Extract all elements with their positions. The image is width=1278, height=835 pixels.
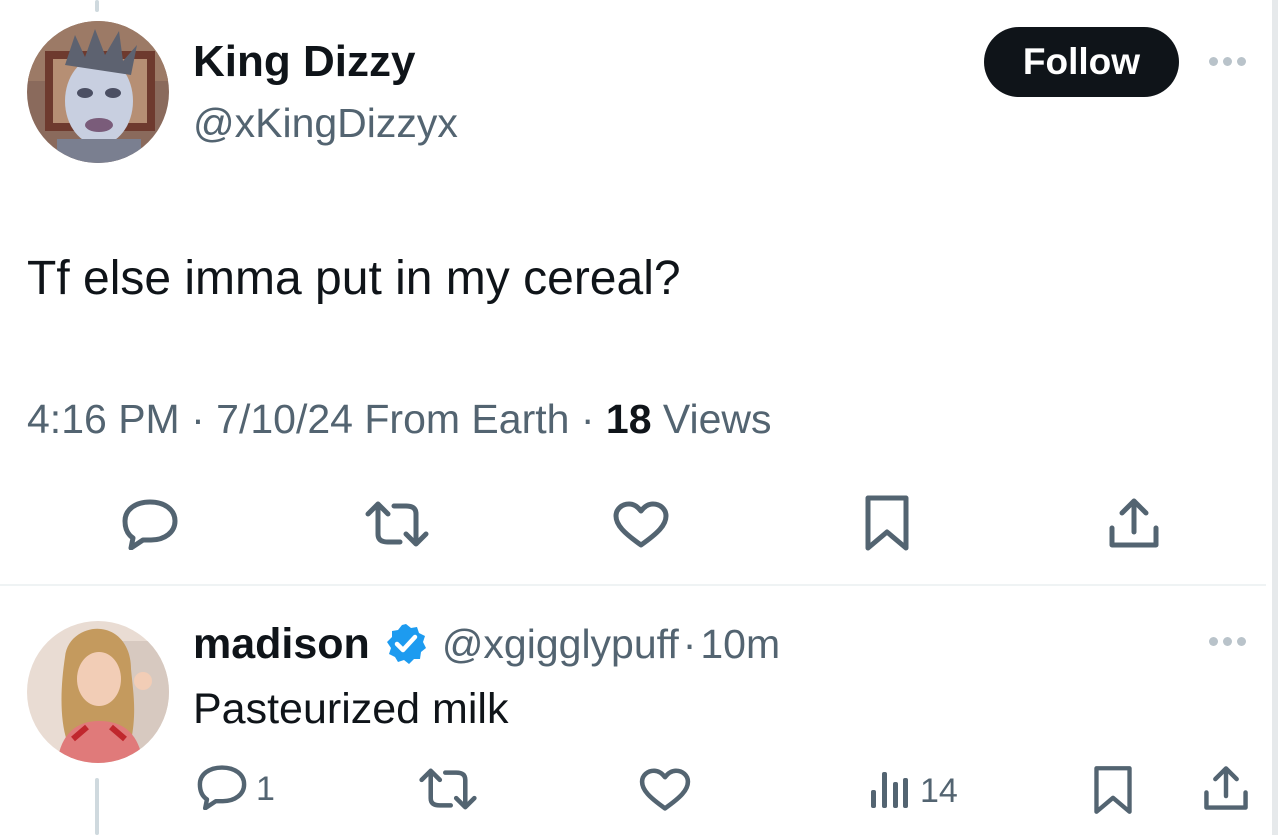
reply-reply-action[interactable]: 1 — [196, 764, 275, 815]
reply-icon[interactable] — [196, 764, 248, 815]
bookmark-icon[interactable] — [1093, 764, 1133, 816]
retweet-icon[interactable] — [364, 500, 430, 548]
thread-line-top — [95, 0, 99, 12]
author-avatar[interactable] — [27, 21, 169, 163]
reply-more-options-icon[interactable] — [1209, 637, 1246, 646]
analytics-icon[interactable] — [868, 768, 910, 815]
views-count[interactable]: 18 — [606, 396, 652, 442]
thread-line-bottom — [95, 778, 99, 835]
reply-author-handle[interactable]: @xgigglypuff — [442, 621, 679, 668]
bookmark-icon[interactable] — [864, 494, 910, 552]
reply-author-avatar[interactable] — [27, 621, 169, 763]
meta-separator: · — [682, 620, 697, 667]
tweet-meta: 4:16 PM · 7/10/24 From Earth · 18 Views — [27, 394, 772, 444]
section-divider — [0, 584, 1266, 586]
meta-separator: · — [580, 396, 595, 442]
tweet-date[interactable]: 7/10/24 — [216, 396, 353, 442]
tweet-time[interactable]: 4:16 PM — [27, 396, 180, 442]
reply-count: 1 — [256, 770, 275, 808]
reply-views-action[interactable]: 14 — [868, 768, 958, 815]
like-icon[interactable] — [638, 768, 692, 812]
reply-author-name[interactable]: madison — [193, 620, 370, 669]
reply-text: Pasteurized milk — [193, 685, 509, 733]
more-options-icon[interactable] — [1209, 57, 1246, 66]
scrollbar[interactable] — [1272, 0, 1278, 835]
share-icon[interactable] — [1202, 764, 1250, 812]
share-icon[interactable] — [1107, 496, 1161, 550]
meta-separator: · — [191, 396, 205, 442]
like-icon[interactable] — [612, 501, 670, 549]
reply-header: madison @xgigglypuff · 10m — [193, 618, 780, 670]
follow-button[interactable]: Follow — [984, 27, 1179, 97]
reply-views-count: 14 — [920, 772, 958, 810]
retweet-icon[interactable] — [418, 767, 478, 811]
author-name[interactable]: King Dizzy — [193, 36, 415, 88]
tweet-source: From Earth — [364, 396, 570, 442]
verified-badge-icon — [384, 622, 428, 666]
author-handle[interactable]: @xKingDizzyx — [193, 99, 458, 147]
reply-age[interactable]: 10m — [700, 621, 780, 668]
tweet-text: Tf else imma put in my cereal? — [27, 252, 681, 305]
views-label[interactable]: Views — [663, 396, 772, 442]
reply-icon[interactable] — [121, 498, 179, 550]
